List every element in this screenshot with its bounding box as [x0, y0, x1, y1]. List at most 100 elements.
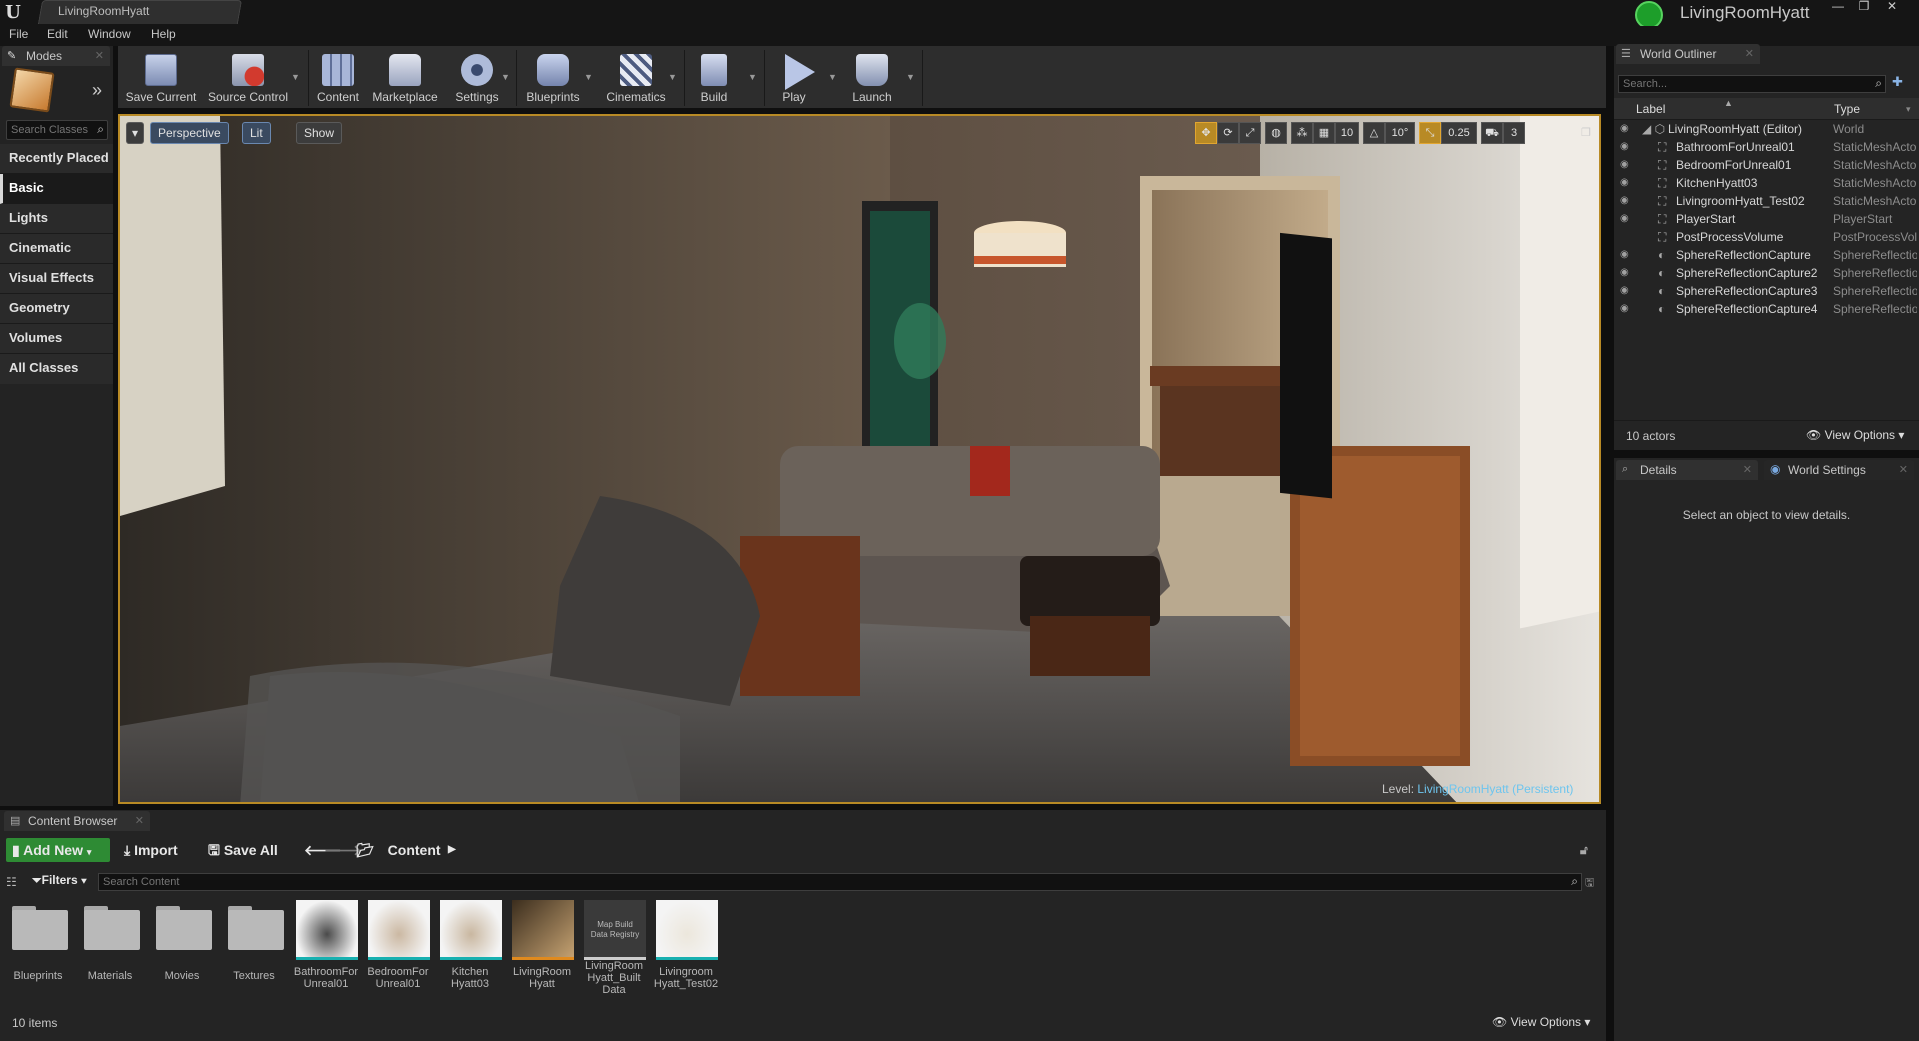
- cinematics-button[interactable]: Cinematics: [600, 48, 672, 108]
- blueprints-button[interactable]: Blueprints: [520, 48, 586, 108]
- close-icon[interactable]: ✕: [1745, 44, 1754, 64]
- mode-visual-effects[interactable]: Visual Effects: [0, 264, 113, 294]
- type-dropdown-icon[interactable]: ▾: [1906, 104, 1911, 115]
- scale-snap-value[interactable]: 0.25: [1441, 122, 1477, 144]
- outliner-row[interactable]: ◉ ⛶ BathroomForUnreal01 StaticMeshActor: [1614, 138, 1919, 156]
- mode-volumes[interactable]: Volumes: [0, 324, 113, 354]
- outliner-row[interactable]: ◉ ⛶ KitchenHyatt03 StaticMeshActor: [1614, 174, 1919, 192]
- source-control-button[interactable]: Source Control: [204, 48, 292, 108]
- settings-dropdown-icon[interactable]: ▼: [501, 72, 510, 82]
- outliner-search-field[interactable]: [1619, 76, 1859, 92]
- launch-dropdown-icon[interactable]: ▼: [906, 72, 915, 82]
- path-content[interactable]: 📂︎ Content: [356, 838, 441, 862]
- world-settings-tab[interactable]: World Settings ✕: [1764, 460, 1914, 480]
- close-window-button[interactable]: ✕: [1880, 0, 1904, 14]
- mode-cinematic[interactable]: Cinematic: [0, 234, 113, 264]
- lit-button[interactable]: Lit: [242, 122, 271, 144]
- minimize-button[interactable]: —: [1826, 0, 1850, 14]
- blueprints-dropdown-icon[interactable]: ▼: [584, 72, 593, 82]
- content-browser-tab[interactable]: Content Browser ✕: [4, 811, 150, 831]
- outliner-view-options[interactable]: 👁︎ View Options ▾: [1806, 428, 1904, 442]
- visibility-eye-icon[interactable]: ◉: [1620, 120, 1634, 138]
- source-control-dropdown-icon[interactable]: ▼: [291, 72, 300, 82]
- close-icon[interactable]: ✕: [1743, 460, 1752, 480]
- save-all-button[interactable]: 🖫︎ Save All: [208, 838, 278, 862]
- modes-search-input[interactable]: ⌕: [6, 120, 108, 140]
- visibility-eye-icon[interactable]: ◉: [1620, 264, 1634, 282]
- details-tab[interactable]: Details ✕: [1616, 460, 1758, 480]
- add-new-button[interactable]: ▮ Add New ▾: [6, 838, 110, 862]
- maximize-button[interactable]: ❐: [1852, 0, 1876, 14]
- import-button[interactable]: ⤓ Import: [124, 838, 178, 862]
- show-button[interactable]: Show: [296, 122, 343, 144]
- expand-modes-icon[interactable]: »: [92, 80, 102, 101]
- content-button[interactable]: Content: [312, 48, 364, 108]
- outliner-row[interactable]: ◉ ◐ SphereReflectionCapture4 SphereReflecti…: [1614, 300, 1919, 318]
- build-dropdown-icon[interactable]: ▼: [748, 72, 757, 82]
- mode-recently-placed[interactable]: Recently Placed: [0, 144, 113, 174]
- col-type[interactable]: Type: [1834, 102, 1860, 116]
- visibility-eye-icon[interactable]: ◉: [1620, 174, 1634, 192]
- col-label[interactable]: Label: [1636, 102, 1665, 116]
- visibility-eye-icon[interactable]: ◉: [1620, 282, 1634, 300]
- mode-lights[interactable]: Lights: [0, 204, 113, 234]
- visibility-eye-icon[interactable]: ◉: [1620, 300, 1634, 318]
- outliner-row[interactable]: ◉⛶PostProcessVolumePostProcessVolume: [1614, 228, 1919, 246]
- mode-all-classes[interactable]: All Classes: [0, 354, 113, 384]
- content-search-input[interactable]: ⌕: [98, 873, 1582, 891]
- visibility-eye-icon[interactable]: ◉: [1620, 138, 1634, 156]
- menu-file[interactable]: File: [9, 27, 28, 41]
- menu-edit[interactable]: Edit: [47, 27, 68, 41]
- translate-icon[interactable]: ✥: [1195, 122, 1217, 144]
- outliner-row[interactable]: ◉ ◐ SphereReflectionCapture2 SphereReflecti…: [1614, 264, 1919, 282]
- level-viewport[interactable]: ▾ Perspective Lit Show ✥ ⟳ ⤢ ◍ ⁂ ▦ 10 △ …: [118, 114, 1601, 804]
- close-icon[interactable]: ✕: [1899, 460, 1908, 480]
- rotation-snap-value[interactable]: 10°: [1385, 122, 1415, 144]
- filters-button[interactable]: ⏷Filters ▾: [32, 873, 87, 888]
- outliner-row[interactable]: ◉ ◐ SphereReflectionCapture SphereReflectio…: [1614, 246, 1919, 264]
- maximize-viewport-icon[interactable]: ❐: [1581, 126, 1591, 139]
- outliner-search-input[interactable]: ⌕: [1618, 75, 1886, 93]
- build-button[interactable]: Build: [688, 48, 740, 108]
- perspective-button[interactable]: Perspective: [150, 122, 229, 144]
- play-dropdown-icon[interactable]: ▼: [828, 72, 837, 82]
- outliner-row[interactable]: ◉ ◐ SphereReflectionCapture3 SphereReflecti…: [1614, 282, 1919, 300]
- scale-snap-icon[interactable]: ⤡: [1419, 122, 1441, 144]
- grid-snap-value[interactable]: 10: [1335, 122, 1359, 144]
- scale-icon[interactable]: ⤢: [1239, 122, 1261, 144]
- lock-icon[interactable]: 🔓︎: [1580, 838, 1588, 862]
- world-local-icon[interactable]: ◍: [1265, 122, 1287, 144]
- cinematics-dropdown-icon[interactable]: ▼: [668, 72, 677, 82]
- surface-snap-icon[interactable]: ⁂: [1291, 122, 1313, 144]
- content-search-field[interactable]: [99, 874, 1499, 890]
- unreal-logo-icon[interactable]: U: [2, 2, 24, 24]
- viewport-options-dropdown[interactable]: ▾: [126, 122, 144, 144]
- visibility-eye-icon[interactable]: ◉: [1620, 210, 1634, 228]
- world-outliner-tab[interactable]: World Outliner ✕: [1616, 44, 1760, 64]
- close-icon[interactable]: ✕: [95, 46, 104, 66]
- sources-toggle-icon[interactable]: ☷: [6, 875, 17, 889]
- play-button[interactable]: Play: [768, 48, 820, 108]
- rotate-icon[interactable]: ⟳: [1217, 122, 1239, 144]
- mode-geometry[interactable]: Geometry: [0, 294, 113, 324]
- outliner-row[interactable]: ◉ ⛶ PlayerStart PlayerStart: [1614, 210, 1919, 228]
- place-mode-icon[interactable]: [9, 67, 55, 113]
- menu-window[interactable]: Window: [88, 27, 131, 41]
- outliner-row[interactable]: ◉ ⛶ BedroomForUnreal01 StaticMeshActor: [1614, 156, 1919, 174]
- camera-speed-icon[interactable]: ⛟: [1481, 122, 1503, 144]
- save-search-icon[interactable]: 🖫︎: [1585, 874, 1594, 893]
- rotation-snap-icon[interactable]: △: [1363, 122, 1385, 144]
- close-icon[interactable]: ✕: [135, 811, 144, 831]
- grid-snap-icon[interactable]: ▦: [1313, 122, 1335, 144]
- marketplace-button[interactable]: Marketplace: [368, 48, 442, 108]
- modes-search-field[interactable]: [7, 121, 91, 139]
- settings-button[interactable]: Settings: [448, 48, 506, 108]
- visibility-eye-icon[interactable]: ◉: [1620, 246, 1634, 264]
- camera-speed-value[interactable]: 3: [1503, 122, 1525, 144]
- menu-help[interactable]: Help: [151, 27, 176, 41]
- outliner-row[interactable]: ◉ ◢ ⬡ LivingRoomHyatt (Editor) World: [1614, 120, 1919, 138]
- visibility-eye-icon[interactable]: ◉: [1620, 192, 1634, 210]
- visibility-eye-icon[interactable]: ◉: [1620, 156, 1634, 174]
- mode-basic[interactable]: Basic: [0, 174, 113, 204]
- path-arrow-icon[interactable]: ▶: [448, 838, 456, 862]
